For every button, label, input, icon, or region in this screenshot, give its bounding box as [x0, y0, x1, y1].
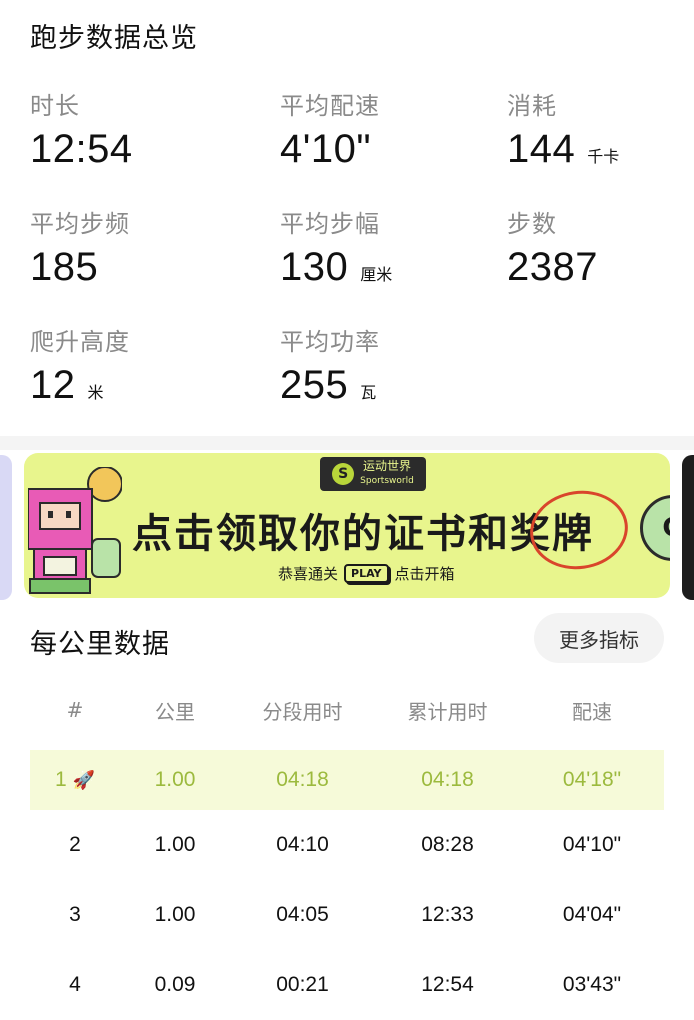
- stat-label: 时长: [30, 92, 80, 120]
- col-header-segment: 分段用时: [262, 699, 343, 724]
- stat-label: 平均步幅: [280, 210, 380, 238]
- cell-pace: 04'10": [562, 833, 622, 856]
- stat-label: 消耗: [507, 92, 557, 120]
- stat-duration: 时长 12:54: [30, 86, 260, 172]
- rocket-icon: 🚀: [72, 770, 96, 790]
- more-metrics-button[interactable]: 更多指标: [534, 613, 664, 663]
- table-row: 2 1.00 04:10 08:28 04'10": [30, 810, 664, 880]
- cell-pace: 04'18": [520, 750, 664, 810]
- stat-value: 4'10": [280, 127, 372, 171]
- brand-en: Sportsworld: [360, 476, 414, 486]
- stat-elevation: 爬升高度 12 米: [30, 322, 260, 408]
- stat-power: 平均功率 255 瓦: [280, 322, 510, 408]
- cell-segment: 04:05: [276, 903, 329, 926]
- cell-cumulative: 04:18: [375, 750, 520, 810]
- medal-badge: G: [640, 495, 670, 561]
- col-header-km: 公里: [155, 699, 195, 724]
- banner-subline: 恭喜通关 PLAY 点击开箱: [278, 563, 455, 584]
- stat-unit: 瓦: [360, 383, 377, 402]
- cell-index: 2: [69, 833, 81, 856]
- stat-avg-pace: 平均配速 4'10": [280, 86, 510, 172]
- summary-title: 跑步数据总览: [30, 23, 198, 54]
- promo-banner[interactable]: S 运动世界 Sportsworld 点击领取你的证书和奖牌 恭喜通关 PLAY…: [24, 453, 670, 598]
- col-header-cumulative: 累计用时: [407, 699, 488, 724]
- splits-title: 每公里数据: [30, 629, 170, 660]
- brand-cn: 运动世界: [362, 459, 411, 473]
- stat-label: 爬升高度: [30, 328, 130, 356]
- col-header-pace: 配速: [572, 699, 612, 724]
- play-button[interactable]: PLAY: [344, 564, 389, 583]
- stat-calories: 消耗 144 千卡: [507, 86, 687, 172]
- cell-segment: 04:10: [276, 833, 329, 856]
- cell-segment: 04:18: [230, 750, 375, 810]
- row-index: 1: [54, 768, 67, 791]
- mascot-illustration: [28, 467, 122, 594]
- table-row-fastest: 1 🚀 1.00 04:18 04:18 04'18": [30, 750, 664, 810]
- table-row: 3 1.00 04:05 12:33 04'04": [30, 880, 664, 950]
- stat-label: 平均步频: [30, 210, 130, 238]
- splits-table: # 公里 分段用时 累计用时 配速 1 🚀 1.00 04:18 04:18 04…: [30, 680, 664, 1020]
- splits-header: 每公里数据 更多指标: [30, 613, 664, 666]
- banner-sub-left: 恭喜通关: [278, 565, 339, 583]
- stat-stride: 平均步幅 130 厘米: [280, 204, 510, 290]
- banner-sub-right: 点击开箱: [394, 565, 455, 583]
- stat-value: 12:54: [30, 127, 133, 171]
- cell-pace: 03'43": [562, 973, 622, 996]
- cell-cumulative: 12:54: [421, 973, 474, 996]
- brand-logo: S 运动世界 Sportsworld: [320, 457, 426, 491]
- stat-value: 144: [507, 127, 576, 171]
- cell-segment: 00:21: [276, 973, 329, 996]
- brand-s-icon: S: [332, 463, 355, 485]
- col-header-index: #: [66, 698, 84, 722]
- highlight-circle: [525, 484, 633, 576]
- stat-label: 平均功率: [280, 328, 380, 356]
- table-row: 4 0.09 00:21 12:54 03'43": [30, 950, 664, 1020]
- stat-unit: 千卡: [587, 147, 620, 166]
- cell-index: 1 🚀: [30, 750, 120, 810]
- table-header-row: # 公里 分段用时 累计用时 配速: [30, 680, 664, 740]
- stat-label: 平均配速: [280, 92, 380, 120]
- next-banner-peek[interactable]: [682, 455, 694, 600]
- stat-value: 255: [280, 363, 349, 407]
- stat-label: 步数: [507, 210, 557, 238]
- cell-km: 0.09: [154, 973, 196, 996]
- cell-pace: 04'04": [562, 903, 622, 926]
- cell-km: 1.00: [154, 903, 196, 926]
- prev-banner-peek[interactable]: [0, 455, 12, 600]
- stat-unit: 厘米: [360, 265, 393, 284]
- banner-headline: 点击领取你的证书和奖牌: [132, 511, 594, 557]
- stat-value: 12: [30, 363, 76, 407]
- brand-text: 运动世界 Sportsworld: [360, 460, 414, 488]
- stat-value: 130: [280, 245, 349, 289]
- cell-km: 1.00: [120, 750, 230, 810]
- stat-unit: 米: [87, 383, 104, 402]
- stat-value: 2387: [507, 245, 598, 289]
- stat-cadence: 平均步频 185: [30, 204, 260, 290]
- section-divider: [0, 436, 694, 450]
- promo-carousel[interactable]: S 运动世界 Sportsworld 点击领取你的证书和奖牌 恭喜通关 PLAY…: [0, 450, 694, 605]
- cell-index: 3: [69, 903, 81, 926]
- stat-steps: 步数 2387: [507, 204, 687, 290]
- cell-cumulative: 08:28: [421, 833, 474, 856]
- cell-cumulative: 12:33: [421, 903, 474, 926]
- cell-km: 1.00: [154, 833, 196, 856]
- stat-value: 185: [30, 245, 99, 289]
- cell-index: 4: [69, 973, 81, 996]
